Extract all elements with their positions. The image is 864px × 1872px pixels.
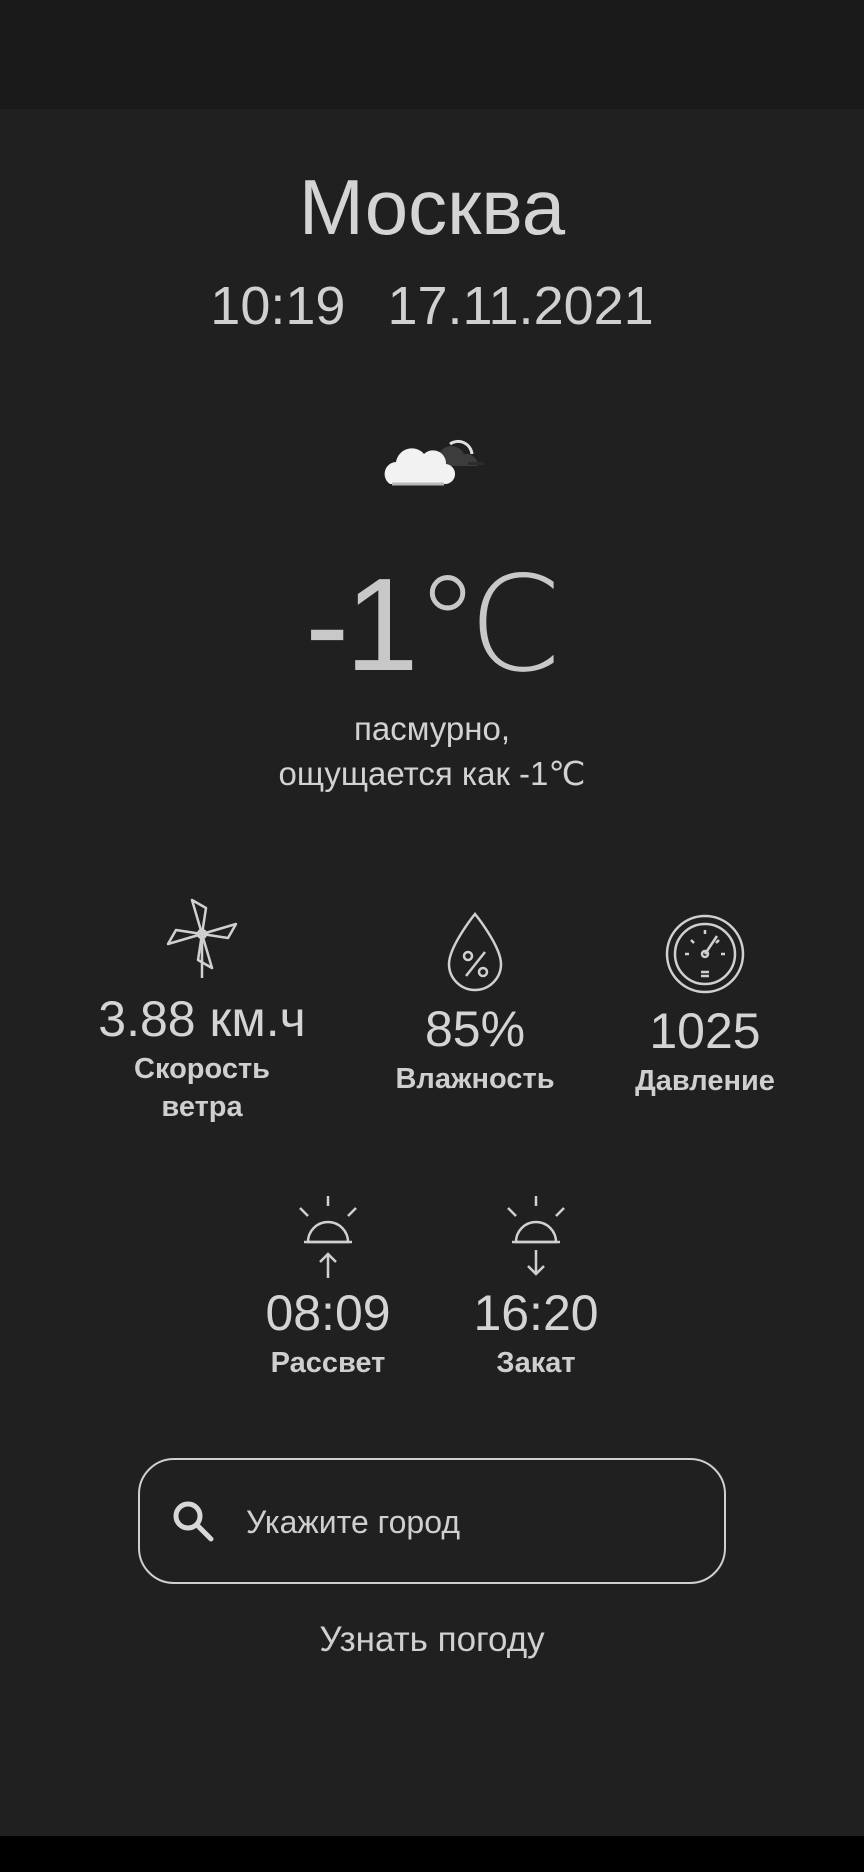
wind-label-line1: Скорость	[134, 1053, 270, 1085]
pressure-stat: 1025 Давление	[600, 912, 810, 1100]
get-weather-button[interactable]: Узнать погоду	[232, 1610, 632, 1670]
condition-text: пасмурно,	[353, 710, 510, 747]
pinwheel-icon	[162, 896, 242, 980]
weather-description: пасмурно, ощущается как -1℃	[0, 706, 864, 796]
sunset-stat: 16:20 Закат	[436, 1194, 636, 1382]
wind-label: Скорость ветра	[62, 1050, 342, 1126]
gauge-icon	[665, 912, 745, 996]
droplet-percent-icon	[435, 910, 515, 994]
status-bar	[0, 0, 864, 109]
wind-label-line2: ветра	[161, 1091, 243, 1123]
city-search-box[interactable]	[138, 1458, 726, 1584]
humidity-stat: 85% Влажность	[360, 910, 590, 1098]
sunrise-icon	[288, 1194, 368, 1280]
sunrise-value: 08:09	[265, 1285, 391, 1341]
wind-stat: 3.88 км.ч Скорость ветра	[62, 896, 342, 1126]
pressure-label: Давление	[635, 1065, 775, 1097]
city-name: Москва	[298, 163, 566, 251]
sunset-icon	[496, 1194, 576, 1280]
sunrise-stat: 08:09 Рассвет	[228, 1194, 428, 1382]
wind-speed-value: 3.88 км.ч	[98, 991, 306, 1047]
temperature: -1℃	[305, 551, 563, 698]
navigation-bar	[0, 1836, 864, 1872]
pressure-value: 1025	[649, 1003, 761, 1059]
humidity-label: Влажность	[395, 1063, 555, 1095]
humidity-value: 85%	[424, 1001, 526, 1057]
date-time-row: 10:19 17.11.2021	[0, 275, 864, 337]
current-date: 17.11.2021	[387, 276, 654, 336]
city-search-input[interactable]	[244, 1490, 698, 1554]
sunrise-label: Рассвет	[270, 1347, 386, 1379]
search-icon	[170, 1498, 216, 1544]
cloud-icon	[380, 430, 490, 490]
current-time: 10:19	[210, 276, 346, 336]
sunset-label: Закат	[496, 1347, 576, 1379]
sunset-value: 16:20	[473, 1285, 599, 1341]
feels-like-text: ощущается как -1℃	[278, 755, 586, 792]
